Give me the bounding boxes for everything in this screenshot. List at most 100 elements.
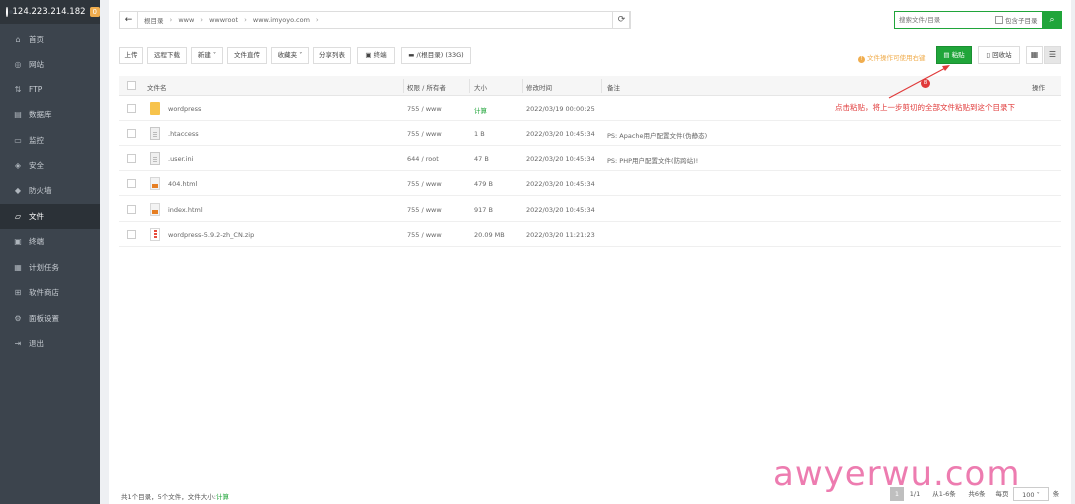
select-all-checkbox[interactable] — [127, 81, 136, 90]
file-size: 1 B — [474, 130, 485, 138]
sidebar-item-ftp[interactable]: ⇅ FTP — [0, 77, 100, 102]
file-permission[interactable]: 755 / www — [407, 231, 442, 239]
search-input[interactable] — [899, 13, 991, 27]
search-button[interactable]: ⌕ — [1042, 11, 1062, 29]
notification-badge[interactable]: 0 — [89, 7, 100, 17]
table-row[interactable]: .htaccess 755 / www 1 B 2022/03/20 10:45… — [119, 121, 1061, 146]
folder-icon: ▱ — [14, 212, 22, 221]
sidebar-item-website[interactable]: ◎ 网站 — [0, 52, 100, 77]
app-root: 124.223.214.182 0 ⌂ 首页 ◎ 网站 ⇅ FTP ▤ 数据库 ▭ 监控 … — [0, 0, 1075, 504]
paste-label: 粘贴 — [951, 51, 965, 59]
watermark: awyerwu.com — [773, 454, 1021, 494]
file-name[interactable]: wordpress-5.9.2-zh_CN.zip — [168, 231, 254, 239]
sidebar-item-label: 终端 — [29, 237, 44, 246]
header-size[interactable]: 大小 — [474, 82, 487, 92]
file-name[interactable]: .user.ini — [168, 155, 193, 163]
file-size: 20.09 MB — [474, 231, 505, 239]
store-icon: ⊞ — [14, 288, 22, 297]
sidebar-item-firewall[interactable]: ◆ 防火墙 — [0, 178, 100, 203]
new-dropdown-button[interactable]: 新建 ˅ — [191, 47, 223, 64]
file-name[interactable]: .htaccess — [168, 130, 199, 138]
terminal-button[interactable]: ▣ 终端 — [357, 47, 395, 64]
header-mtime[interactable]: 修改时间 — [526, 82, 552, 92]
subdir-checkbox[interactable] — [995, 16, 1003, 24]
file-permission[interactable]: 755 / www — [407, 206, 442, 214]
table-row[interactable]: .user.ini 644 / root 47 B 2022/03/20 10:… — [119, 146, 1061, 171]
chevron-down-icon: ˅ — [210, 51, 217, 59]
chevron-down-icon: ˅ — [1034, 491, 1040, 499]
file-mtime: 2022/03/20 10:45:34 — [526, 180, 595, 188]
sidebar-item-terminal[interactable]: ▣ 终端 — [0, 229, 100, 254]
sidebar-item-label: 退出 — [29, 339, 44, 348]
file-manager: ← 根目录 › www › wwwroot › www.imyoyo.com ›… — [109, 0, 1071, 504]
sidebar-item-label: 安全 — [29, 161, 44, 170]
database-icon: ▤ — [14, 110, 22, 119]
table-row[interactable]: index.html 755 / www 917 B 2022/03/20 10… — [119, 197, 1061, 222]
sidebar-item-security[interactable]: ◈ 安全 — [0, 153, 100, 178]
header-name[interactable]: 文件名 — [147, 82, 167, 92]
column-divider — [403, 79, 404, 93]
sidebar-item-label: 面板设置 — [29, 314, 59, 323]
breadcrumb-wwwroot[interactable]: wwwroot — [209, 16, 238, 24]
calc-size-link[interactable]: 计算 — [474, 105, 487, 115]
shield-icon: ◈ — [14, 161, 22, 170]
row-checkbox[interactable] — [127, 129, 136, 138]
table-row[interactable]: 404.html 755 / www 479 B 2022/03/20 10:4… — [119, 171, 1061, 196]
per-page-unit: 条 — [1052, 490, 1060, 498]
sidebar-item-monitor[interactable]: ▭ 监控 — [0, 128, 100, 153]
disk-button[interactable]: ▬ /(根目录) (33G) — [401, 47, 471, 64]
grid-view-icon[interactable]: ▦ — [1026, 46, 1043, 64]
file-size: 47 B — [474, 155, 489, 163]
sidebar-item-store[interactable]: ⊞ 软件商店 — [0, 280, 100, 305]
sidebar-item-label: 首页 — [29, 35, 44, 44]
paste-button[interactable]: ▤ 粘贴 — [936, 46, 972, 64]
row-checkbox[interactable] — [127, 205, 136, 214]
file-name[interactable]: 404.html — [168, 180, 197, 188]
row-checkbox[interactable] — [127, 104, 136, 113]
sidebar-item-label: 监控 — [29, 136, 44, 145]
sidebar-item-label: 软件商店 — [29, 288, 59, 297]
sidebar-item-settings[interactable]: ⚙ 面板设置 — [0, 306, 100, 331]
header-permission[interactable]: 权限 / 所有者 — [407, 82, 446, 92]
html-file-icon — [150, 203, 160, 216]
terminal-icon: ▣ — [365, 51, 374, 59]
remote-download-button[interactable]: 远程下载 — [147, 47, 187, 64]
context-menu-hint: ! 文件操作可使用右键 — [858, 52, 926, 63]
refresh-icon[interactable]: ⟳ — [612, 11, 631, 29]
list-view-icon[interactable]: ☰ — [1044, 46, 1061, 64]
row-checkbox[interactable] — [127, 154, 136, 163]
ftp-icon: ⇅ — [14, 85, 22, 94]
sidebar-item-home[interactable]: ⌂ 首页 — [0, 27, 100, 52]
path-bar[interactable]: ← 根目录 › www › wwwroot › www.imyoyo.com › — [119, 11, 630, 29]
file-permission[interactable]: 755 / www — [407, 130, 442, 138]
disk-icon: ▬ — [408, 51, 417, 59]
back-button[interactable]: ← — [120, 12, 138, 28]
sidebar-item-label: 数据库 — [29, 110, 52, 119]
upload-button[interactable]: 上传 — [119, 47, 143, 64]
row-checkbox[interactable] — [127, 230, 136, 239]
favorites-dropdown-button[interactable]: 收藏夹 ˅ — [271, 47, 309, 64]
file-name[interactable]: wordpress — [168, 105, 201, 113]
sidebar-item-files[interactable]: ▱ 文件 — [0, 204, 100, 229]
step-number-badge: 8 — [921, 79, 930, 88]
row-checkbox[interactable] — [127, 179, 136, 188]
sidebar-item-database[interactable]: ▤ 数据库 — [0, 102, 100, 127]
share-list-button[interactable]: 分享列表 — [313, 47, 351, 64]
calc-total-link[interactable]: 计算 — [216, 493, 229, 501]
favorites-label: 收藏夹 — [277, 51, 298, 59]
table-row[interactable]: wordpress-5.9.2-zh_CN.zip 755 / www 20.0… — [119, 222, 1061, 247]
breadcrumb-site[interactable]: www.imyoyo.com — [253, 16, 310, 24]
header-ops: 操作 — [1032, 84, 1045, 92]
file-permission[interactable]: 644 / root — [407, 155, 439, 163]
breadcrumb-root[interactable]: 根目录 — [144, 15, 164, 25]
file-name[interactable]: index.html — [168, 206, 203, 214]
breadcrumb-www[interactable]: www — [178, 16, 194, 24]
server-logo-icon — [6, 7, 12, 17]
recycle-bin-button[interactable]: ▯ 回收站 — [978, 46, 1020, 64]
file-transfer-button[interactable]: 文件直传 — [227, 47, 267, 64]
file-permission[interactable]: 755 / www — [407, 105, 442, 113]
sidebar-item-label: 文件 — [29, 212, 44, 221]
file-permission[interactable]: 755 / www — [407, 180, 442, 188]
sidebar-item-cron[interactable]: ▦ 计划任务 — [0, 255, 100, 280]
sidebar-item-logout[interactable]: ⇥ 退出 — [0, 331, 100, 356]
